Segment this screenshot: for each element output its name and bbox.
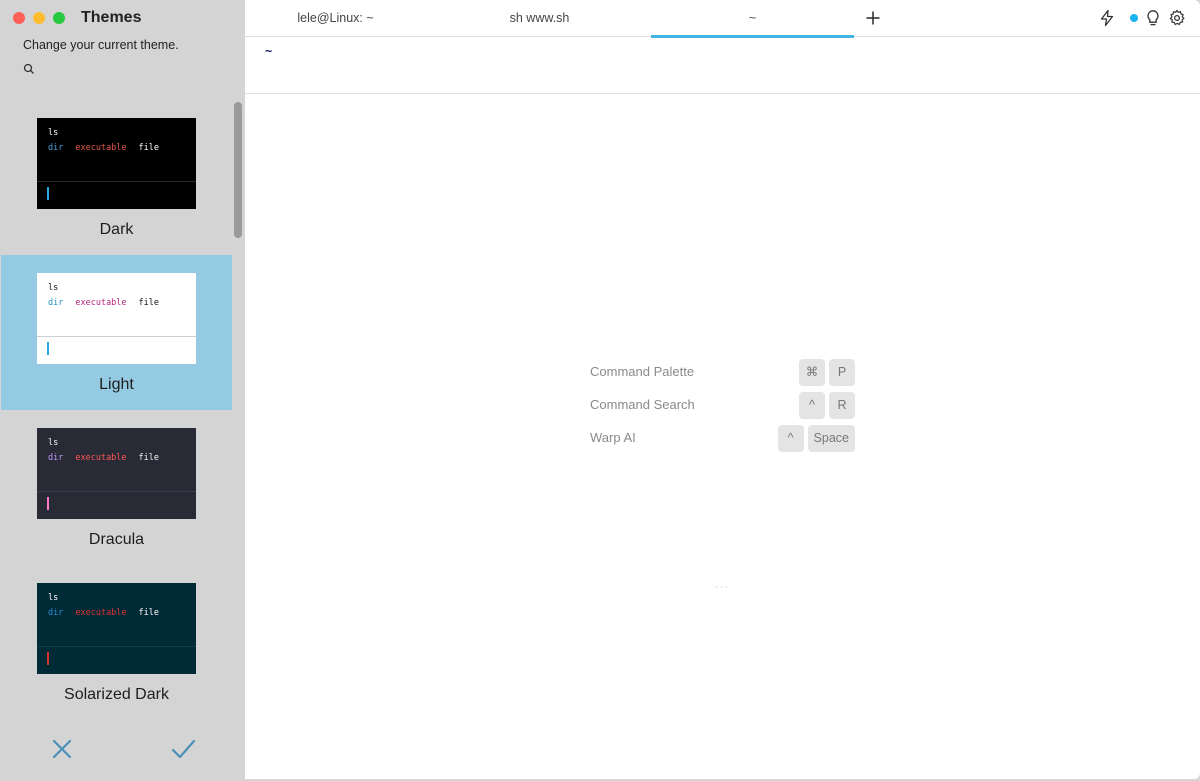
theme-name: Solarized Dark <box>64 686 169 703</box>
minimize-window-button[interactable] <box>33 12 45 24</box>
close-window-button[interactable] <box>13 12 25 24</box>
shortcut-label: Warp AI <box>590 430 636 445</box>
tab-home[interactable]: ~ <box>651 0 854 38</box>
preview-file: file <box>138 298 160 308</box>
preview-dir: dir <box>48 143 64 153</box>
gear-icon[interactable] <box>1168 9 1186 27</box>
preview-file: file <box>138 608 160 618</box>
sidebar-subtitle: Change your current theme. <box>23 38 179 52</box>
preview-command: ls <box>48 283 59 293</box>
theme-preview: ls dir executable file <box>37 118 196 209</box>
tab-sh-www[interactable]: sh www.sh <box>438 0 641 37</box>
tab-label: sh www.sh <box>509 11 570 25</box>
lightning-icon[interactable] <box>1098 9 1116 27</box>
terminal-window: lele@Linux: ~ sh www.sh ~ ~ Command Pale… <box>245 0 1200 779</box>
shortcut-row[interactable]: Warp AI ^ Space <box>590 425 855 452</box>
theme-item-dark[interactable]: ls dir executable file Dark <box>1 100 232 255</box>
shortcut-label: Command Search <box>590 397 695 412</box>
shortcut-keys: ^ R <box>799 392 855 419</box>
preview-cursor <box>47 187 49 200</box>
preview-divider <box>37 646 196 647</box>
key-cap: Space <box>807 425 855 452</box>
theme-list-scrollbar[interactable] <box>234 102 242 238</box>
key-cap: ^ <box>777 425 804 452</box>
theme-item-solarized-dark[interactable]: ls dir executable file Solarized Dark <box>1 565 232 720</box>
theme-name: Dark <box>99 221 134 238</box>
preview-cursor <box>47 652 49 665</box>
preview-dir: dir <box>48 298 64 308</box>
tab-bar: lele@Linux: ~ sh www.sh ~ <box>245 0 1200 38</box>
preview-output: dir executable file <box>48 453 171 463</box>
window-controls <box>13 12 65 24</box>
preview-dir: dir <box>48 608 64 618</box>
preview-divider <box>37 491 196 492</box>
lightbulb-icon[interactable] <box>1144 9 1162 27</box>
preview-file: file <box>138 453 160 463</box>
theme-preview: ls dir executable file <box>37 428 196 519</box>
preview-output: dir executable file <box>48 143 171 153</box>
theme-name: Dracula <box>88 531 145 548</box>
key-cap: ^ <box>799 392 825 419</box>
new-tab-button[interactable] <box>865 10 881 26</box>
key-cap: P <box>829 359 855 386</box>
key-cap: R <box>829 392 855 419</box>
status-dot <box>1130 14 1138 22</box>
more-indicator: ··· <box>715 581 729 593</box>
preview-executable: executable <box>75 453 127 463</box>
prompt-block[interactable]: ~ <box>245 38 1200 94</box>
theme-list: ls dir executable file Dark ls dir executable fi… <box>0 100 233 720</box>
theme-item-light[interactable]: ls dir executable file Light <box>1 255 232 410</box>
tab-lele-linux[interactable]: lele@Linux: ~ <box>234 0 437 37</box>
shortcut-row[interactable]: Command Search ^ R <box>590 392 855 419</box>
preview-executable: executable <box>75 608 127 618</box>
preview-cursor <box>47 497 49 510</box>
themes-sidebar: Themes Change your current theme. ls dir e… <box>0 0 245 781</box>
tab-label: lele@Linux: ~ <box>297 11 374 25</box>
preview-divider <box>37 181 196 182</box>
theme-preview: ls dir executable file <box>37 583 196 674</box>
shortcut-keys: ^ Space <box>777 425 855 452</box>
preview-output: dir executable file <box>48 608 171 618</box>
preview-dir: dir <box>48 453 64 463</box>
theme-name: Light <box>99 376 134 393</box>
preview-command: ls <box>48 438 59 448</box>
prompt-path: ~ <box>265 44 273 58</box>
close-icon[interactable] <box>49 736 75 762</box>
preview-command: ls <box>48 128 59 138</box>
zoom-window-button[interactable] <box>53 12 65 24</box>
preview-cursor <box>47 342 49 355</box>
theme-item-dracula[interactable]: ls dir executable file Dracula <box>1 410 232 565</box>
preview-divider <box>37 336 196 337</box>
preview-executable: executable <box>75 298 127 308</box>
preview-file: file <box>138 143 160 153</box>
shortcut-row[interactable]: Command Palette ⌘ P <box>590 359 855 386</box>
tab-label: ~ <box>748 11 757 25</box>
search-icon[interactable] <box>23 63 35 75</box>
sidebar-title: Themes <box>81 9 142 26</box>
preview-command: ls <box>48 593 59 603</box>
theme-preview: ls dir executable file <box>37 273 196 364</box>
key-cap: ⌘ <box>799 359 825 386</box>
shortcut-label: Command Palette <box>590 364 695 379</box>
check-icon[interactable] <box>170 736 196 762</box>
preview-output: dir executable file <box>48 298 171 308</box>
shortcut-keys: ⌘ P <box>799 359 855 386</box>
preview-executable: executable <box>75 143 127 153</box>
